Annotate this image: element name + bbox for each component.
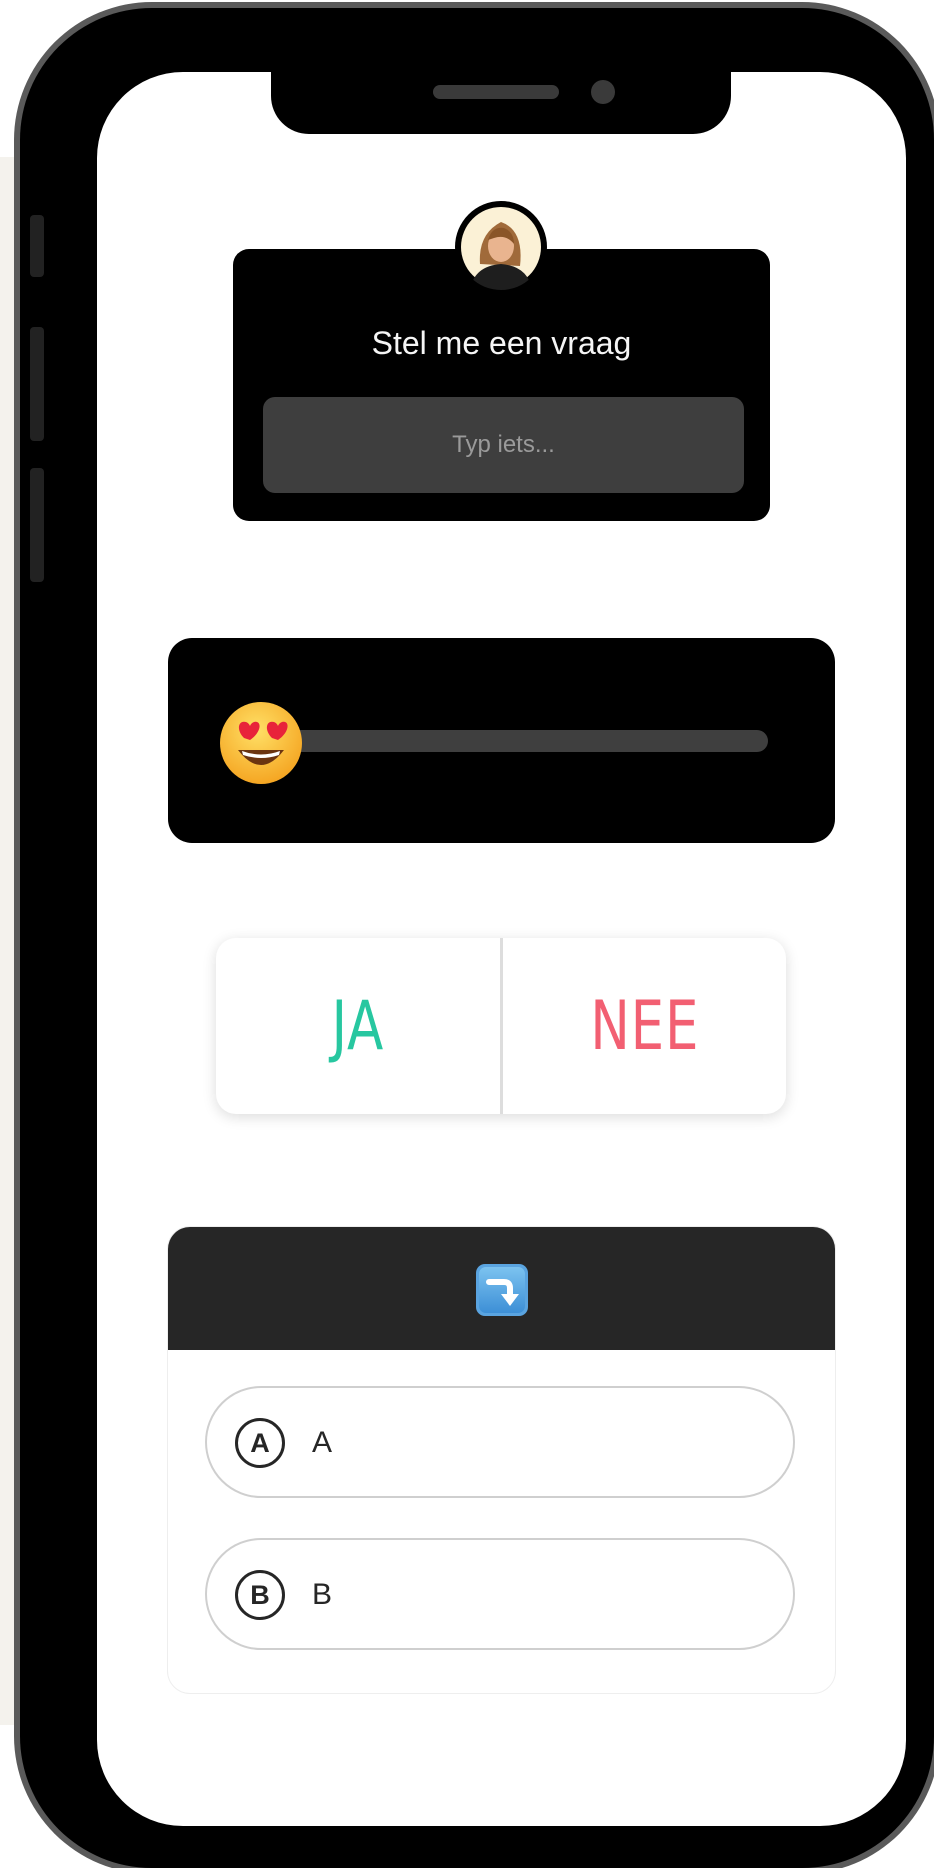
notch: [271, 72, 731, 134]
arrow-right-hook-down-icon: [474, 1262, 530, 1318]
quiz-sticker: A A B B: [168, 1227, 835, 1693]
silent-switch: [30, 215, 44, 277]
poll-option-no[interactable]: NEE: [534, 938, 755, 1114]
phone-screen: Stel me een vraag Typ iets... JA NEE A A…: [97, 72, 906, 1826]
quiz-answer-text: A: [312, 1426, 333, 1459]
speaker-grille: [433, 85, 559, 99]
volume-up-button: [30, 327, 44, 441]
phone-frame: Stel me een vraag Typ iets... JA NEE A A…: [20, 8, 934, 1868]
avatar: [458, 204, 544, 290]
quiz-letter-badge: A: [235, 1418, 285, 1468]
avatar-image: [461, 207, 541, 290]
quiz-answer-text: B: [312, 1578, 333, 1611]
poll-sticker: JA NEE: [216, 938, 786, 1114]
volume-down-button: [30, 468, 44, 582]
quiz-letter-badge: B: [235, 1570, 285, 1620]
front-camera: [591, 80, 615, 104]
quiz-answer-b[interactable]: B B: [205, 1538, 795, 1650]
quiz-answer-a[interactable]: A A: [205, 1386, 795, 1498]
question-title: Stel me een vraag: [371, 325, 632, 361]
slider-track[interactable]: [278, 730, 768, 752]
poll-divider: [499, 938, 503, 1114]
heart-eyes-emoji-icon[interactable]: [218, 700, 304, 786]
emoji-slider-sticker: [168, 638, 835, 843]
question-input[interactable]: [263, 397, 744, 493]
poll-option-yes[interactable]: JA: [247, 938, 468, 1114]
quiz-header: [168, 1227, 835, 1350]
